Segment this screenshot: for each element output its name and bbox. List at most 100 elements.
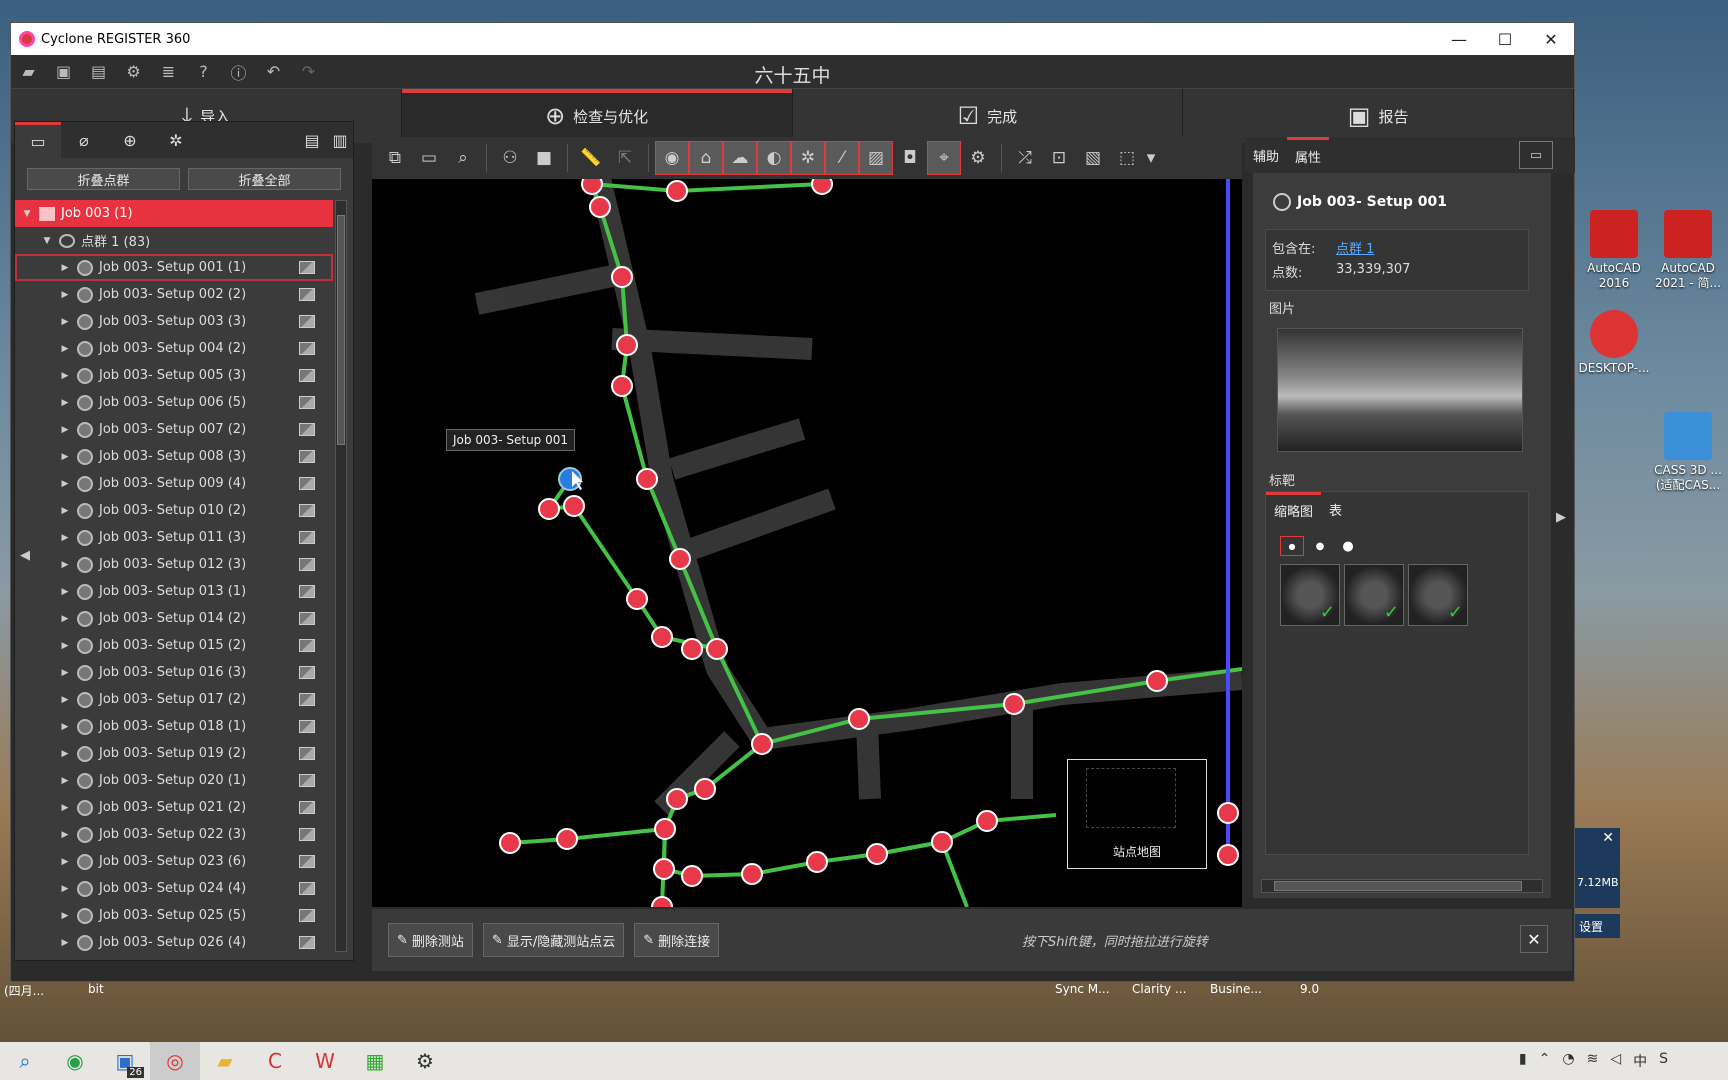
scrollbar-thumb[interactable] [337,215,345,445]
expand-caret-icon[interactable]: ▶ [59,344,71,354]
image-icon[interactable] [299,423,315,436]
expand-caret-icon[interactable]: ▶ [59,749,71,759]
picture-icon[interactable]: ▧ [1076,141,1110,175]
medium-thumb-icon[interactable]: ● [1308,536,1332,556]
tag-icon[interactable]: ⌂ [689,141,723,175]
setup-node[interactable] [1217,802,1239,824]
expand-caret-icon[interactable]: ▶ [59,614,71,624]
image-icon[interactable] [299,666,315,679]
setup-node[interactable] [616,334,638,356]
book-icon[interactable]: ▤ [81,55,116,89]
cluster-view-icon[interactable]: ⚇ [493,141,527,175]
image-icon[interactable] [299,504,315,517]
step-report[interactable]: ▣ 报告 [1183,89,1574,143]
tree-setup-row[interactable]: ▶ Job 003- Setup 015 (2) [15,632,333,659]
setup-node[interactable] [848,708,870,730]
tree-scrollbar[interactable] [335,200,347,952]
tree-setup-row[interactable]: ▶ Job 003- Setup 007 (2) [15,416,333,443]
setup-node[interactable] [866,843,888,865]
globe-tab-icon[interactable]: ⊕ [107,122,153,158]
image-icon[interactable] [299,909,315,922]
expand-caret-icon[interactable]: ▶ [59,452,71,462]
chevron-up-icon[interactable]: ⌃ [1539,1051,1551,1071]
camera-icon[interactable]: ◘ [893,141,927,175]
desktop-icon-desktop[interactable]: DESKTOP-... [1574,310,1654,376]
target-thumbnail[interactable] [1344,564,1404,626]
tree-setup-row[interactable]: ▶ Job 003- Setup 005 (3) [15,362,333,389]
contained-in-link[interactable]: 点群 1 [1336,238,1374,257]
image-icon[interactable] [299,531,315,544]
desktop-icon-autocad-2016[interactable]: AutoCAD 2016 [1574,210,1654,291]
collapse-panel-icon[interactable]: ▥ [327,122,353,158]
tree-setup-row[interactable]: ▶ Job 003- Setup 020 (1) [15,767,333,794]
expand-caret-icon[interactable]: ▶ [59,884,71,894]
tree-job-row[interactable]: ▼ Job 003 (1) [15,200,333,227]
setup-node[interactable] [538,498,560,520]
setup-node[interactable] [694,778,716,800]
tree-setup-row[interactable]: ▶ Job 003- Setup 001 (1) [15,254,333,281]
tree-setup-row[interactable]: ▶ Job 003- Setup 025 (5) [15,902,333,929]
network-tab-icon[interactable]: ✲ [153,122,199,158]
maximize-button[interactable]: ☐ [1482,23,1528,55]
cyclone-taskbar-icon[interactable]: ◎ [150,1042,200,1080]
measure-icon[interactable]: 📏 [574,141,608,175]
search-icon[interactable]: ⌕ [0,1042,50,1080]
network-icon[interactable]: ✲ [791,141,825,175]
setup-node[interactable] [681,865,703,887]
minimap[interactable]: 站点地图 [1067,759,1207,869]
toggle-setup-cloud-button[interactable]: ✎ 显示/隐藏测站点云 [482,923,625,957]
tree-cluster-row[interactable]: ▼ 点群 1 (83) [15,227,333,254]
desktop-switcher-icon[interactable]: ▣ 26 [100,1042,150,1080]
expand-caret-icon[interactable]: ▶ [59,587,71,597]
tab-thumbnails[interactable]: 缩略图 [1266,492,1322,526]
image-icon[interactable] [299,882,315,895]
expand-caret-icon[interactable]: ▶ [59,371,71,381]
setup-node[interactable] [611,375,633,397]
step-inspect[interactable]: ⊕ 检查与优化 [401,89,793,143]
setup-node[interactable] [806,851,828,873]
tree-setup-row[interactable]: ▶ Job 003- Setup 021 (2) [15,794,333,821]
delete-setup-button[interactable]: ✎ 删除测站 [388,923,473,957]
ime-icon[interactable]: 中 [1633,1051,1647,1071]
help-icon[interactable]: ? [186,55,221,89]
redo-icon[interactable]: ↷ [291,55,326,89]
tree-setup-row[interactable]: ▶ Job 003- Setup 024 (4) [15,875,333,902]
close-button[interactable]: ✕ [1528,23,1574,55]
setup-node[interactable] [931,831,953,853]
setup-node[interactable] [626,588,648,610]
tree-setup-row[interactable]: ▶ Job 003- Setup 026 (4) [15,929,333,952]
volume-icon[interactable]: ◁ [1610,1051,1621,1071]
image-icon[interactable] [299,720,315,733]
image-icon[interactable] [299,639,315,652]
desktop-icon-cass[interactable]: CASS 3D ...(适配CAS... [1648,412,1728,493]
image-icon[interactable] [299,396,315,409]
setup-node[interactable] [563,495,585,517]
wps-icon[interactable]: W [300,1042,350,1080]
setup-node[interactable] [653,858,675,880]
image-icon[interactable] [299,693,315,706]
expand-caret-icon[interactable]: ▶ [59,425,71,435]
collapse-all-button[interactable]: 折叠全部 [188,168,341,190]
panorama-image[interactable] [1277,328,1523,452]
selection-box-icon[interactable]: ⬚ [1110,141,1144,175]
close-icon[interactable]: ✕ [1602,830,1614,846]
tab-table[interactable]: 表 [1321,492,1350,526]
setup-node[interactable] [611,266,633,288]
expand-caret-icon[interactable]: ▶ [59,506,71,516]
files-tab-icon[interactable]: ▭ [15,122,61,158]
expand-caret-icon[interactable]: ▶ [59,290,71,300]
setup-node[interactable] [681,638,703,660]
setup-node[interactable] [651,626,673,648]
undo-icon[interactable]: ↶ [256,55,291,89]
setup-node[interactable] [976,810,998,832]
image-icon[interactable] [299,801,315,814]
notify-settings-button[interactable]: 设置 [1575,914,1620,938]
expand-caret-icon[interactable]: ▶ [59,398,71,408]
target-thumbnail[interactable] [1280,564,1340,626]
large-thumb-icon[interactable]: ● [1336,536,1360,556]
setup-node[interactable] [499,832,521,854]
image-icon[interactable] [299,369,315,382]
attachment-tab-icon[interactable]: ⌀ [61,122,107,158]
expand-caret-icon[interactable]: ▶ [59,857,71,867]
network-tray-icon[interactable]: ◔ [1562,1051,1574,1071]
